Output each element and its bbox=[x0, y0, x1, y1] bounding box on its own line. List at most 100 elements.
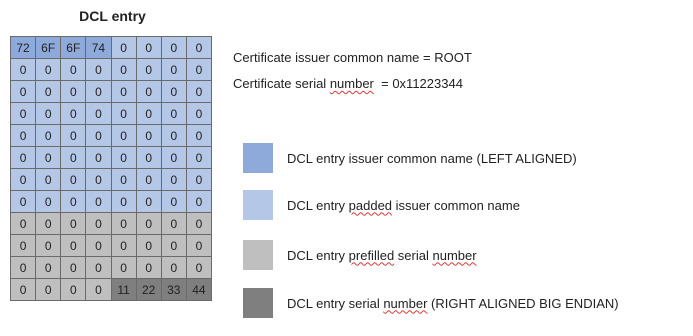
byte-cell-serial-number: 22 bbox=[135, 278, 162, 301]
byte-cell-prefilled-serial: 0 bbox=[9, 212, 37, 235]
byte-cell-padded-issuer-cn: 0 bbox=[185, 102, 213, 125]
byte-cell-padded-issuer-cn: 0 bbox=[135, 168, 162, 191]
byte-cell-prefilled-serial: 0 bbox=[160, 256, 187, 279]
byte-cell-padded-issuer-cn: 0 bbox=[110, 124, 137, 147]
byte-cell-prefilled-serial: 0 bbox=[85, 212, 112, 235]
byte-cell-padded-issuer-cn: 0 bbox=[60, 124, 87, 147]
legend-label-part: DCL entry bbox=[287, 247, 349, 263]
grid-row: 00000000 bbox=[9, 146, 213, 169]
byte-cell-padded-issuer-cn: 0 bbox=[135, 190, 162, 213]
byte-cell-padded-issuer-cn: 0 bbox=[110, 58, 137, 81]
byte-cell-padded-issuer-cn: 0 bbox=[9, 102, 37, 125]
byte-cell-prefilled-serial: 0 bbox=[160, 234, 187, 257]
byte-cell-prefilled-serial: 0 bbox=[135, 212, 162, 235]
byte-cell-prefilled-serial: 0 bbox=[60, 256, 87, 279]
grid-row: 00000000 bbox=[9, 80, 213, 103]
byte-cell-padded-issuer-cn: 0 bbox=[60, 102, 87, 125]
byte-cell-prefilled-serial: 0 bbox=[60, 278, 87, 301]
byte-cell-padded-issuer-cn: 0 bbox=[185, 124, 213, 147]
byte-cell-padded-issuer-cn: 0 bbox=[60, 168, 87, 191]
byte-cell-padded-issuer-cn: 0 bbox=[85, 124, 112, 147]
diagram-title: DCL entry bbox=[79, 8, 146, 24]
byte-cell-padded-issuer-cn: 0 bbox=[110, 190, 137, 213]
legend-label-part: DCL entry bbox=[287, 197, 349, 213]
byte-cell-issuer-cn: 74 bbox=[85, 36, 112, 59]
legend-label-part: number bbox=[383, 295, 428, 311]
byte-cell-prefilled-serial: 0 bbox=[35, 234, 62, 257]
byte-cell-padded-issuer-cn: 0 bbox=[135, 146, 162, 169]
byte-cell-prefilled-serial: 0 bbox=[9, 234, 37, 257]
byte-cell-padded-issuer-cn: 0 bbox=[85, 146, 112, 169]
byte-cell-prefilled-serial: 0 bbox=[135, 234, 162, 257]
byte-cell-padded-issuer-cn: 0 bbox=[9, 58, 37, 81]
byte-cell-padded-issuer-cn: 0 bbox=[160, 36, 187, 59]
byte-cell-padded-issuer-cn: 0 bbox=[35, 124, 62, 147]
legend-label-part: serial bbox=[394, 247, 433, 263]
byte-cell-padded-issuer-cn: 0 bbox=[60, 58, 87, 81]
byte-cell-padded-issuer-cn: 0 bbox=[60, 146, 87, 169]
byte-cell-padded-issuer-cn: 0 bbox=[110, 168, 137, 191]
byte-cell-padded-issuer-cn: 0 bbox=[160, 102, 187, 125]
byte-cell-padded-issuer-cn: 0 bbox=[9, 190, 37, 213]
grid-row: 00000000 bbox=[9, 102, 213, 125]
legend-label-part: DCL entry issuer common name (LEFT ALIGN… bbox=[287, 150, 577, 166]
byte-cell-padded-issuer-cn: 0 bbox=[185, 146, 213, 169]
byte-cell-prefilled-serial: 0 bbox=[110, 256, 137, 279]
byte-cell-serial-number: 44 bbox=[185, 278, 213, 301]
byte-cell-padded-issuer-cn: 0 bbox=[60, 80, 87, 103]
byte-cell-padded-issuer-cn: 0 bbox=[110, 146, 137, 169]
legend-swatch bbox=[243, 240, 273, 270]
byte-cell-prefilled-serial: 0 bbox=[185, 256, 213, 279]
byte-cell-padded-issuer-cn: 0 bbox=[160, 146, 187, 169]
issuer-common-name-text: Certificate issuer common name = ROOT bbox=[233, 50, 472, 65]
byte-cell-padded-issuer-cn: 0 bbox=[135, 80, 162, 103]
byte-cell-padded-issuer-cn: 0 bbox=[110, 80, 137, 103]
legend-item-prefilled-serial: DCL entry prefilled serial number bbox=[243, 240, 477, 270]
dcl-entry-grid: 72 6F 6F 74 0 0 0 0 0 0 0 0 0 0 0 0 0 0 0 0 0 0 0 0 0 0 0 0 0 0 0 0 0 0 0 0… bbox=[9, 36, 213, 301]
byte-cell-padded-issuer-cn: 0 bbox=[35, 80, 62, 103]
grid-row: 00000000 bbox=[9, 256, 213, 279]
byte-cell-padded-issuer-cn: 0 bbox=[35, 168, 62, 191]
byte-cell-padded-issuer-cn: 0 bbox=[135, 36, 162, 59]
byte-cell-padded-issuer-cn: 0 bbox=[35, 190, 62, 213]
legend-item-serial-number: DCL entry serial number (RIGHT ALIGNED B… bbox=[243, 288, 619, 318]
legend-label-part: prefilled bbox=[348, 247, 395, 263]
byte-cell-prefilled-serial: 0 bbox=[9, 256, 37, 279]
byte-cell-prefilled-serial: 0 bbox=[85, 278, 112, 301]
byte-cell-prefilled-serial: 0 bbox=[35, 278, 62, 301]
byte-cell-padded-issuer-cn: 0 bbox=[35, 102, 62, 125]
grid-row: 00000000 bbox=[9, 190, 213, 213]
grid-row: 72 6F 6F 74 0 0 0 0 bbox=[9, 36, 213, 59]
byte-cell-padded-issuer-cn: 0 bbox=[185, 58, 213, 81]
grid-row: 00000000 bbox=[9, 212, 213, 235]
byte-cell-padded-issuer-cn: 0 bbox=[110, 102, 137, 125]
byte-cell-padded-issuer-cn: 0 bbox=[160, 168, 187, 191]
byte-cell-padded-issuer-cn: 0 bbox=[85, 168, 112, 191]
byte-cell-padded-issuer-cn: 0 bbox=[160, 58, 187, 81]
legend-swatch bbox=[243, 190, 273, 220]
legend-item-padded-issuer-cn: DCL entry padded issuer common name bbox=[243, 190, 520, 220]
byte-cell-prefilled-serial: 0 bbox=[85, 234, 112, 257]
legend-swatch bbox=[243, 143, 273, 173]
byte-cell-padded-issuer-cn: 0 bbox=[35, 58, 62, 81]
byte-cell-issuer-cn: 6F bbox=[35, 36, 62, 59]
byte-cell-prefilled-serial: 0 bbox=[9, 278, 37, 301]
byte-cell-padded-issuer-cn: 0 bbox=[85, 58, 112, 81]
serial-number-value: = 0x11223344 bbox=[373, 76, 463, 91]
legend-item-issuer-cn: DCL entry issuer common name (LEFT ALIGN… bbox=[243, 143, 577, 173]
byte-cell-prefilled-serial: 0 bbox=[35, 212, 62, 235]
byte-cell-prefilled-serial: 0 bbox=[60, 212, 87, 235]
legend-label: DCL entry prefilled serial number bbox=[287, 248, 477, 263]
serial-number-word: number bbox=[329, 76, 374, 91]
byte-cell-padded-issuer-cn: 0 bbox=[9, 124, 37, 147]
byte-cell-prefilled-serial: 0 bbox=[185, 234, 213, 257]
byte-cell-padded-issuer-cn: 0 bbox=[135, 102, 162, 125]
byte-cell-prefilled-serial: 0 bbox=[85, 256, 112, 279]
grid-row: 00000000 bbox=[9, 124, 213, 147]
byte-cell-padded-issuer-cn: 0 bbox=[9, 146, 37, 169]
grid-row: 00000000 bbox=[9, 168, 213, 191]
legend-label: DCL entry padded issuer common name bbox=[287, 198, 520, 213]
byte-cell-padded-issuer-cn: 0 bbox=[185, 168, 213, 191]
legend-label-part: padded bbox=[348, 197, 393, 213]
serial-number-info: Certificate serial number = 0x11223344 bbox=[233, 76, 463, 91]
